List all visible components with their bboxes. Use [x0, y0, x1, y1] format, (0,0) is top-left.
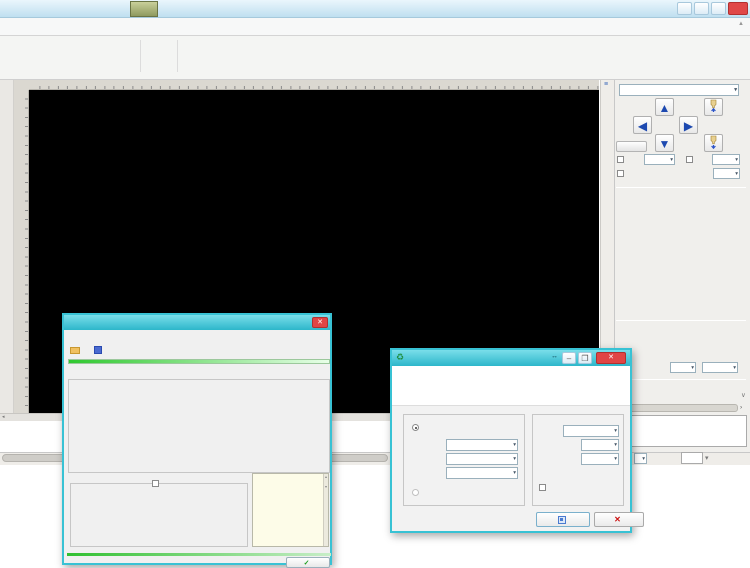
layers-icon: ≡ — [604, 81, 608, 88]
count-select[interactable]: ▾ — [446, 467, 518, 479]
nozzle-down-icon — [707, 135, 720, 149]
layer-dialog-close-button[interactable]: ✕ — [312, 317, 328, 328]
minimize-button[interactable] — [694, 2, 709, 15]
auto-nest-dialog: ♻ ↔ – ❐ ✕ ▾ ▾ ▾ ▾ ▾ ▾ — [390, 348, 632, 533]
jog-left-button[interactable]: ◀ — [633, 116, 652, 134]
panel-message-box[interactable] — [616, 415, 747, 447]
forward-speed-select[interactable]: ▾ — [702, 362, 738, 373]
move-dis-input[interactable] — [681, 452, 703, 464]
nozzle-up-button[interactable] — [704, 98, 723, 116]
dynamic-power-group — [70, 483, 248, 547]
length-select[interactable]: ▾ — [446, 453, 518, 465]
auto-nest-app-icon: ♻ — [396, 352, 404, 363]
save-icon — [94, 346, 102, 354]
enable-dynamic-power-checkbox[interactable] — [152, 480, 159, 487]
cancel-button[interactable]: ✕ — [594, 512, 644, 527]
nozzle-up-icon — [707, 99, 720, 113]
layer-dialog-title[interactable] — [64, 315, 330, 330]
plate-on-screen-radio[interactable] — [412, 489, 419, 496]
nest-icon — [558, 516, 566, 524]
only-selected-parts-checkbox[interactable] — [539, 484, 546, 491]
ribbon — [0, 36, 750, 80]
maximize-button[interactable] — [711, 2, 726, 15]
select-plate-group: ▾ ▾ ▾ — [403, 414, 525, 506]
jog-down-button[interactable]: ▼ — [655, 134, 674, 152]
nest-dialog-minimize-button[interactable]: – — [562, 352, 576, 364]
ribbon-separator — [140, 40, 141, 72]
fast-speed-select[interactable]: ▾ — [644, 154, 675, 165]
step-select[interactable]: ▾ — [712, 154, 740, 165]
forward-dis-select[interactable]: ▾ — [670, 362, 696, 373]
preview-button[interactable] — [616, 141, 647, 152]
ok-button[interactable]: ✓ — [286, 557, 330, 568]
status-dropdown[interactable]: ▾ — [634, 453, 647, 464]
ruler-corner — [14, 80, 29, 90]
nest-dialog-maximize-button[interactable]: ❐ — [578, 352, 592, 364]
panel-scroll-right-icon[interactable]: › — [740, 404, 742, 411]
nest-dialog-pin-icon[interactable]: ↔ — [551, 353, 558, 360]
layer-color-preview — [68, 359, 330, 364]
fast-checkbox[interactable] — [617, 156, 624, 163]
set-parameters-group: ▾ ▾ ▾ — [532, 414, 624, 506]
jog-right-button[interactable]: ▶ — [679, 116, 698, 134]
user-notes-scrollbar[interactable]: ▴▾ — [323, 474, 328, 546]
floating-nest-tab[interactable] — [130, 1, 158, 17]
pwm-select[interactable]: ▾ — [713, 168, 740, 179]
nest-button[interactable] — [536, 512, 590, 527]
panel-scroll-down-icon[interactable]: ∨ — [741, 391, 746, 399]
close-button[interactable] — [728, 2, 748, 15]
dynamic-power-chart — [73, 488, 243, 544]
move-dis-caret[interactable]: ▾ — [705, 454, 708, 462]
nozzle-down-button[interactable] — [704, 134, 723, 152]
gap-select[interactable]: ▾ — [563, 425, 619, 437]
technical-group — [68, 379, 330, 473]
ok-check-icon: ✓ — [304, 559, 310, 567]
laser-on-when-checkbox[interactable] — [617, 170, 624, 177]
coord-system-select[interactable]: ▾ — [619, 84, 739, 96]
draw-toolbox — [0, 80, 14, 413]
dialog-accent-line — [67, 553, 331, 556]
panel-horizontal-scrollbar[interactable] — [616, 404, 738, 412]
step-checkbox[interactable] — [686, 156, 693, 163]
window-buttons — [677, 2, 748, 15]
vertical-ruler — [14, 90, 29, 413]
cancel-x-icon: ✕ — [614, 515, 621, 524]
jog-up-button[interactable]: ▲ — [655, 98, 674, 116]
nest-strategy-select[interactable]: ▾ — [581, 453, 619, 465]
ribbon-collapse-icon[interactable]: ▲ — [738, 21, 744, 27]
auto-nest-header — [392, 366, 630, 406]
horizontal-ruler — [29, 80, 599, 90]
load-icon — [70, 347, 80, 354]
ribbon-separator — [177, 40, 178, 72]
pin-window-button[interactable] — [677, 2, 692, 15]
titlebar — [0, 0, 750, 18]
standard-plate-radio[interactable] — [412, 424, 419, 431]
width-select[interactable]: ▾ — [446, 439, 518, 451]
auto-nest-title[interactable] — [392, 350, 630, 366]
nest-dialog-close-button[interactable]: ✕ — [596, 352, 626, 364]
user-notes-textarea[interactable]: ▴▾ — [252, 473, 329, 547]
layer-parameter-dialog: ✕ ▴▾ ✓ — [62, 313, 332, 565]
layer-dialog-toolbar — [70, 346, 105, 354]
rotate-angle-select[interactable]: ▾ — [581, 439, 619, 451]
ribbon-tab-row — [0, 18, 750, 36]
